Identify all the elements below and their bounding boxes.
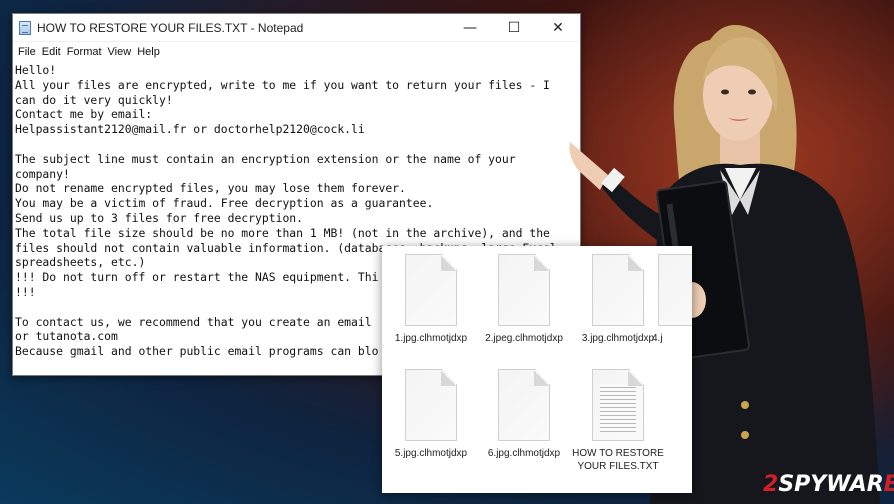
note-line: Send us up to 3 files for free decryptio… xyxy=(15,210,304,225)
file-name: 2.jpeg.clhmotjdxp xyxy=(485,333,563,344)
note-line: All your files are encrypted, write to m… xyxy=(15,77,550,92)
window-title: HOW TO RESTORE YOUR FILES.TXT - Notepad xyxy=(37,20,304,35)
file-item[interactable]: HOW TO RESTORE YOUR FILES.TXT xyxy=(572,369,664,473)
text-document-icon xyxy=(592,369,644,441)
note-line: Helpassistant2120@mail.fr or doctorhelp2… xyxy=(15,122,365,137)
menu-format[interactable]: Format xyxy=(64,46,105,58)
blank-document-icon xyxy=(405,254,457,326)
file-item[interactable]: 3.jpg.clhmotjdxp xyxy=(572,254,664,345)
watermark-logo: 2SPYWARE xyxy=(763,472,894,497)
blank-document-icon xyxy=(658,254,692,326)
title-bar[interactable]: HOW TO RESTORE YOUR FILES.TXT - Notepad … xyxy=(13,14,580,42)
file-name: 4.j xyxy=(652,333,663,344)
note-line: company! xyxy=(15,166,70,181)
blank-document-icon xyxy=(498,254,550,326)
note-line: The total file size should be no more th… xyxy=(15,225,550,240)
blank-document-icon xyxy=(498,369,550,441)
note-line: Contact me by email: xyxy=(15,107,153,122)
file-item[interactable]: 1.jpg.clhmotjdxp xyxy=(385,254,477,345)
notepad-app-icon xyxy=(19,20,31,35)
background-scene: HOW TO RESTORE YOUR FILES.TXT - Notepad … xyxy=(0,0,894,504)
note-line: You may be a victim of fraud. Free decry… xyxy=(15,196,434,211)
note-line: The subject line must contain an encrypt… xyxy=(15,151,516,166)
note-line: can do it very quickly! xyxy=(15,92,173,107)
file-item[interactable]: 6.jpg.clhmotjdxp xyxy=(478,369,570,460)
note-line: Hello! xyxy=(15,63,57,77)
menu-help[interactable]: Help xyxy=(134,46,163,58)
file-explorer-panel: 1.jpg.clhmotjdxp 2.jpeg.clhmotjdxp 3.jpg… xyxy=(382,246,692,493)
note-line: Do not rename encrypted files, you may l… xyxy=(15,181,406,196)
file-item[interactable]: 4.j xyxy=(652,254,692,345)
menu-bar: File Edit Format View Help xyxy=(13,42,580,62)
file-item[interactable]: 5.jpg.clhmotjdxp xyxy=(385,369,477,460)
file-item[interactable]: 2.jpeg.clhmotjdxp xyxy=(478,254,570,345)
minimize-button[interactable]: — xyxy=(448,14,492,41)
file-name: 6.jpg.clhmotjdxp xyxy=(487,448,561,459)
menu-file[interactable]: File xyxy=(15,46,39,58)
file-name: 1.jpg.clhmotjdxp xyxy=(394,333,468,344)
menu-edit[interactable]: Edit xyxy=(39,46,64,58)
menu-view[interactable]: View xyxy=(105,46,135,58)
file-name: 3.jpg.clhmotjdxp xyxy=(581,333,655,344)
note-line xyxy=(15,137,578,152)
blank-document-icon xyxy=(592,254,644,326)
blank-document-icon xyxy=(405,369,457,441)
file-name: 5.jpg.clhmotjdxp xyxy=(394,448,468,459)
file-name: HOW TO RESTORE YOUR FILES.TXT xyxy=(572,448,664,472)
maximize-button[interactable]: ☐ xyxy=(492,14,536,41)
